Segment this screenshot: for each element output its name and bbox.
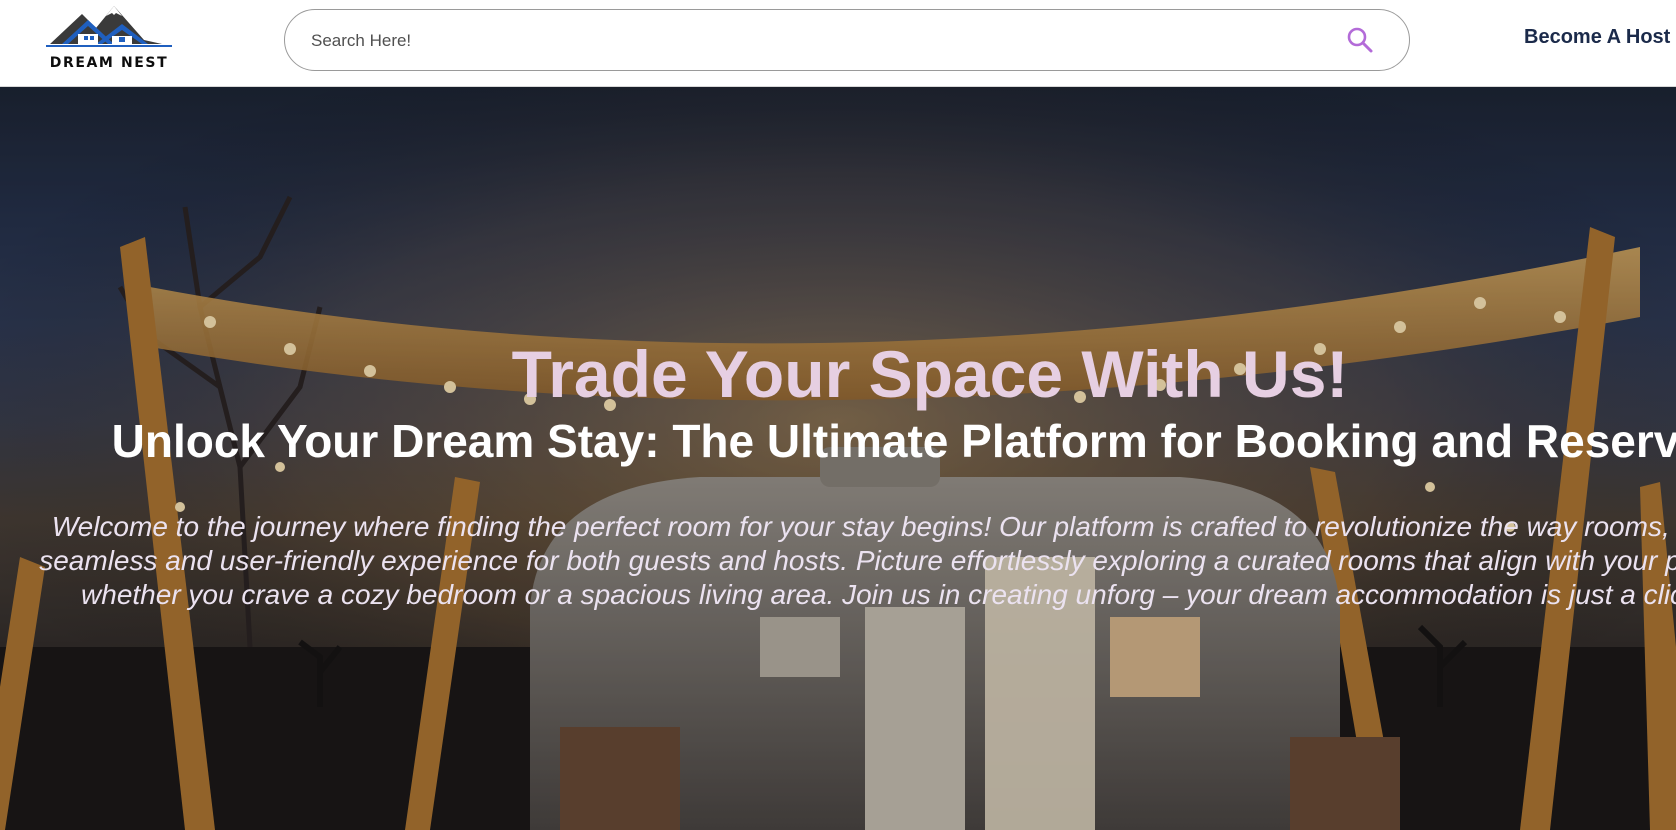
search-bar <box>284 9 1410 71</box>
hero-description: Welcome to the journey where finding the… <box>39 511 1676 610</box>
hero-title: Trade Your Space With Us! <box>511 337 1349 411</box>
hero-banner: Trade Your Space With Us! Unlock Your Dr… <box>0 87 1676 830</box>
top-navbar: DREAM NEST Become A Host <box>0 0 1676 87</box>
search-icon[interactable] <box>1345 25 1375 55</box>
brand-logo[interactable]: DREAM NEST <box>44 4 174 74</box>
house-mountain-logo-icon <box>46 6 172 47</box>
hero-subtitle: Unlock Your Dream Stay: The Ultimate Pla… <box>111 415 1676 467</box>
brand-name: DREAM NEST <box>49 55 169 71</box>
search-input[interactable] <box>309 24 1313 58</box>
become-host-link[interactable]: Become A Host <box>1524 26 1670 49</box>
